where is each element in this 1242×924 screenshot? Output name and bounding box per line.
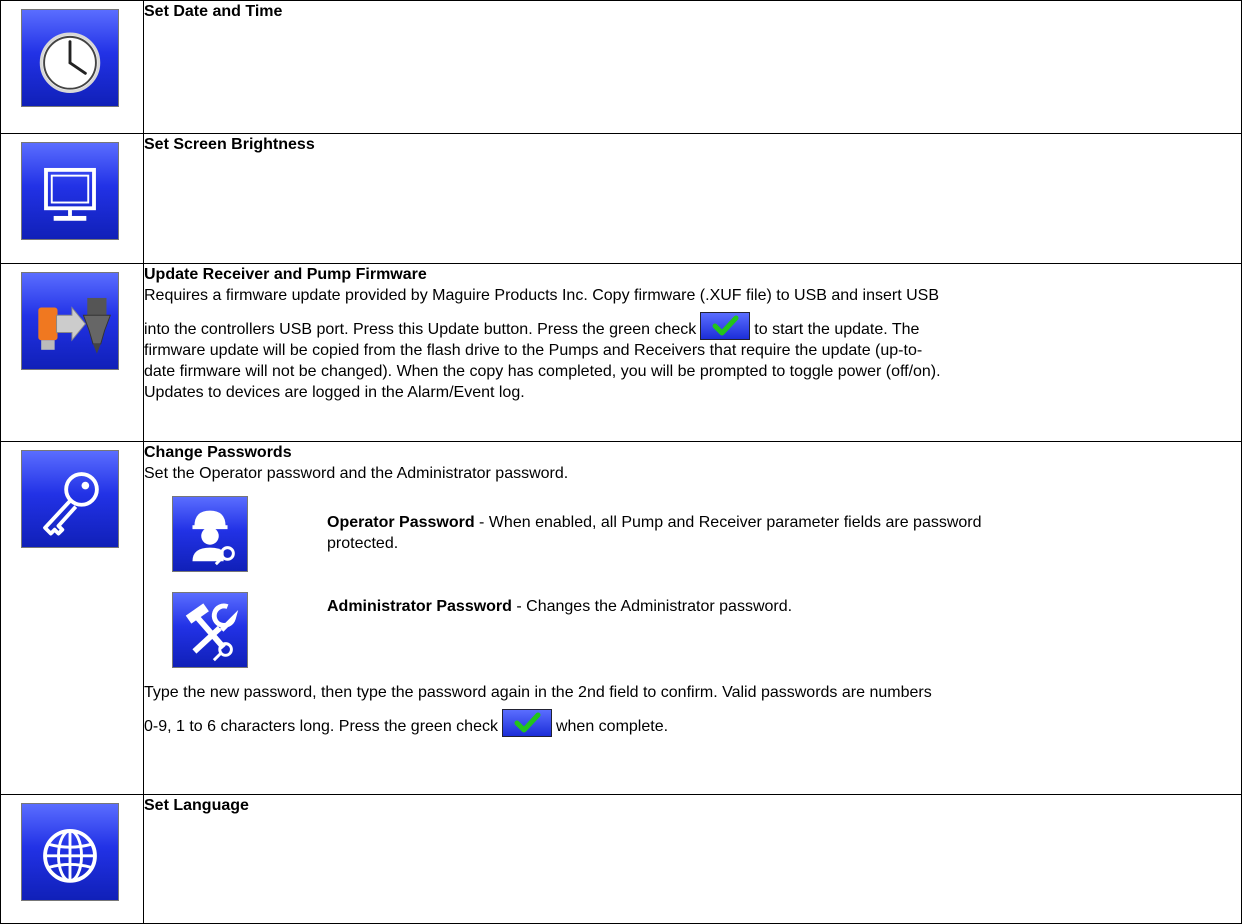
row-title: Change Passwords xyxy=(144,444,292,461)
administrator-password-row: Administrator Password - Changes the Adm… xyxy=(144,592,1241,668)
administrator-label: Administrator Password xyxy=(327,598,512,615)
outro-fragment: 0-9, 1 to 6 characters long. Press the g… xyxy=(144,718,498,735)
icon-cell xyxy=(0,441,144,795)
operator-text: Operator Password - When enabled, all Pu… xyxy=(327,512,1027,554)
passwords-outro-line: Type the new password, then type the pas… xyxy=(144,684,932,701)
globe-icon[interactable] xyxy=(21,803,119,901)
outro-fragment: when complete. xyxy=(555,718,669,735)
key-icon[interactable] xyxy=(21,450,119,548)
table-row: Set Date and Time xyxy=(0,0,1242,134)
text-cell: Set Date and Time xyxy=(143,0,1242,134)
firmware-text-line: Updates to devices are logged in the Ala… xyxy=(144,384,525,401)
firmware-text-fragment: to start the update. The xyxy=(754,321,920,338)
operator-password-row: Operator Password - When enabled, all Pu… xyxy=(144,496,1241,572)
table-row: Change Passwords Set the Operator passwo… xyxy=(0,441,1242,795)
settings-doc-table: Set Date and Time Set Screen Brightness xyxy=(0,0,1242,924)
green-check-icon xyxy=(700,312,751,340)
row-title: Update Receiver and Pump Firmware xyxy=(144,266,427,283)
administrator-desc: - Changes the Administrator password. xyxy=(511,598,793,615)
green-check-icon xyxy=(501,709,552,737)
admin-tools-key-icon[interactable] xyxy=(172,592,248,668)
operator-icon-wrap xyxy=(172,496,248,572)
text-cell: Update Receiver and Pump Firmware Requir… xyxy=(143,263,1242,442)
icon-cell xyxy=(0,263,144,442)
text-cell: Set Screen Brightness xyxy=(143,133,1242,264)
icon-cell xyxy=(0,0,144,134)
passwords-outro-line: 0-9, 1 to 6 characters long. Press the g… xyxy=(144,709,1241,737)
firmware-text-line: Requires a firmware update provided by M… xyxy=(144,287,939,304)
monitor-icon[interactable] xyxy=(21,142,119,240)
firmware-text-line: into the controllers USB port. Press thi… xyxy=(144,312,1241,340)
administrator-icon-wrap xyxy=(172,592,248,668)
administrator-text: Administrator Password - Changes the Adm… xyxy=(327,596,1027,617)
usb-firmware-icon[interactable] xyxy=(21,272,119,370)
operator-key-icon[interactable] xyxy=(172,496,248,572)
table-row: Update Receiver and Pump Firmware Requir… xyxy=(0,263,1242,442)
row-title: Set Language xyxy=(144,797,249,814)
passwords-intro: Set the Operator password and the Admini… xyxy=(144,465,569,482)
text-cell: Change Passwords Set the Operator passwo… xyxy=(143,441,1242,795)
firmware-text-line: date firmware will not be changed). When… xyxy=(144,363,941,380)
icon-cell xyxy=(0,133,144,264)
text-cell: Set Language xyxy=(143,794,1242,924)
row-title: Set Screen Brightness xyxy=(144,136,315,153)
icon-cell xyxy=(0,794,144,924)
row-title: Set Date and Time xyxy=(144,3,283,20)
operator-label: Operator Password xyxy=(327,514,475,531)
clock-icon[interactable] xyxy=(21,9,119,107)
table-row: Set Language xyxy=(0,794,1242,924)
table-row: Set Screen Brightness xyxy=(0,133,1242,264)
firmware-text-line: firmware update will be copied from the … xyxy=(144,342,923,359)
firmware-text-fragment: into the controllers USB port. Press thi… xyxy=(144,321,697,338)
